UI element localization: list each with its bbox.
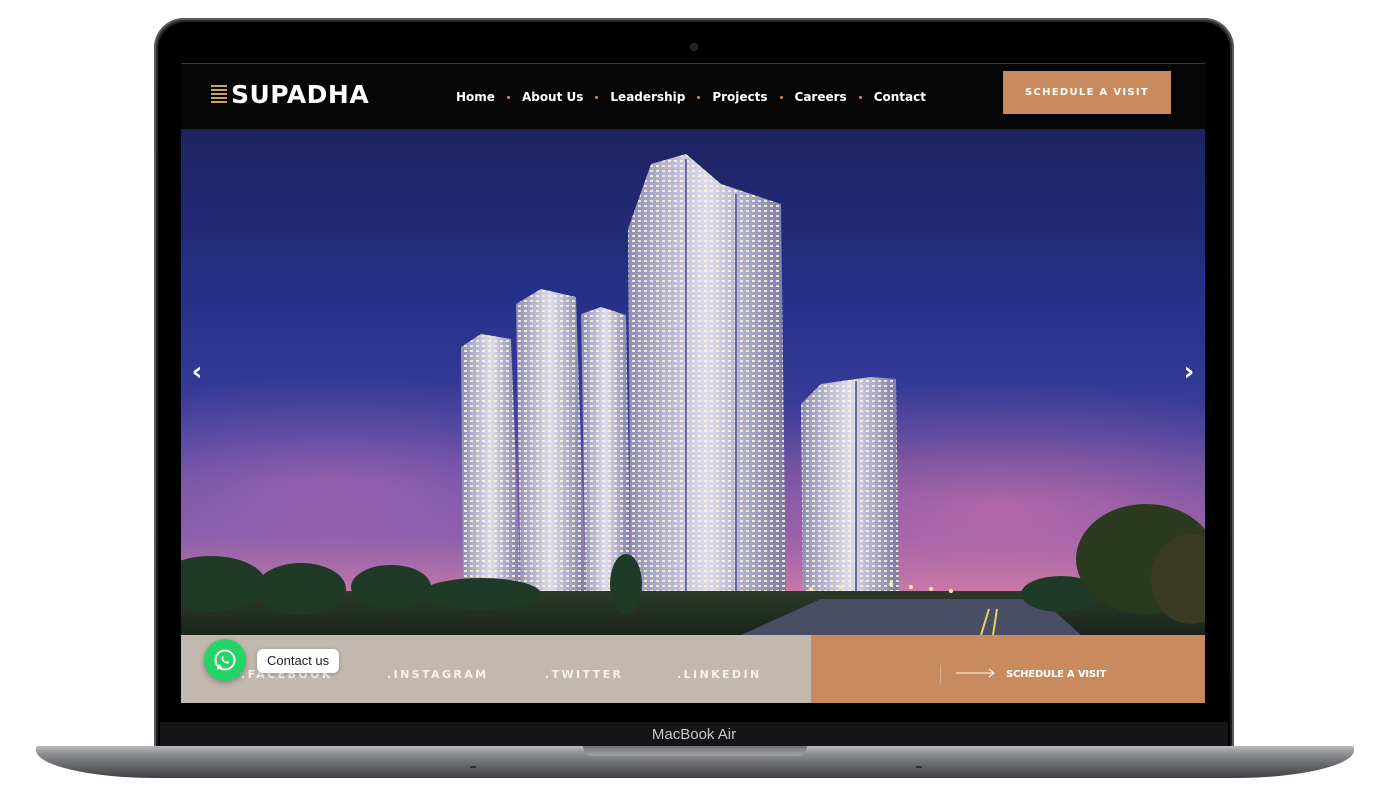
nav-separator-dot [506,95,510,99]
laptop-notch [583,746,807,756]
logo-stripes-icon [211,84,227,105]
device-label: MacBook Air [651,726,737,743]
tower-main [628,154,786,599]
tower-right [801,377,899,599]
nav-careers[interactable]: Careers [795,90,847,104]
schedule-visit-link[interactable]: SCHEDULE A VISIT [1006,669,1106,680]
tower-group-left [461,289,631,599]
nav-separator-dot [595,95,599,99]
main-nav: Home About Us Leadership Projects Career… [456,90,926,104]
laptop-foot [916,766,922,768]
nav-contact[interactable]: Contact [874,90,926,104]
nav-separator-dot [858,95,862,99]
long-arrow-right-icon [956,668,995,678]
hero-image [181,154,1205,635]
schedule-visit-button[interactable]: SCHEDULE A VISIT [1003,71,1171,114]
hero-slider: ‹ › [181,129,1205,635]
nav-home[interactable]: Home [456,90,495,104]
nav-leadership[interactable]: Leadership [610,90,685,104]
slider-next-button[interactable]: › [1177,357,1201,387]
whatsapp-contact-label[interactable]: Contact us [257,649,340,673]
laptop-foot [470,766,476,768]
nav-about-us[interactable]: About Us [522,90,583,104]
social-link-twitter[interactable]: .TWITTER [545,668,623,681]
nav-separator-dot [779,95,783,99]
social-link-instagram[interactable]: .INSTAGRAM [387,668,489,681]
website-screen: SUPADHA Home About Us Leadership Project… [181,63,1205,703]
whatsapp-icon [214,649,236,671]
site-header: SUPADHA Home About Us Leadership Project… [181,63,1205,129]
nav-projects[interactable]: Projects [712,90,767,104]
whatsapp-button[interactable] [204,639,246,681]
camera-icon [691,44,697,50]
logo-text: SUPADHA [231,80,370,109]
site-logo[interactable]: SUPADHA [211,82,369,107]
social-link-linkedin[interactable]: .LINKEDIN [677,668,762,681]
chevron-right-icon: › [1183,357,1195,387]
nav-separator-dot [697,95,701,99]
divider [940,665,941,683]
chevron-left-icon: ‹ [191,357,203,387]
slider-prev-button[interactable]: ‹ [185,357,209,387]
schedule-visit-bar[interactable]: SCHEDULE A VISIT [811,635,1205,703]
